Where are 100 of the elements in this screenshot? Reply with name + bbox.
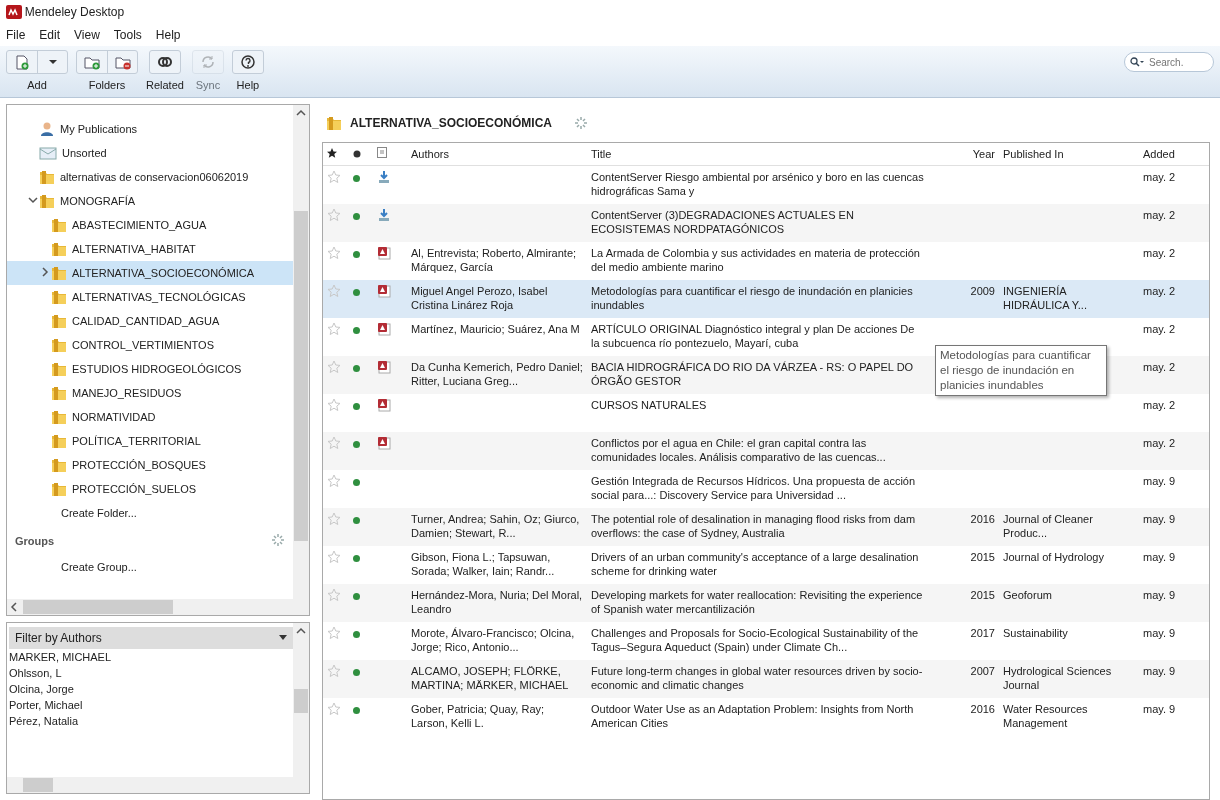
title-cell[interactable]: ARTÍCULO ORIGINAL Diagnóstico integral y plan De acciones De la subcuenca río pontezuelo, Mayarí, cuba: [587, 318, 929, 354]
sidebar-item[interactable]: CONTROL_VERTIMIENTOS: [7, 333, 293, 357]
star-outline-icon[interactable]: [327, 664, 341, 678]
unread-dot[interactable]: [353, 441, 360, 448]
star-outline-icon[interactable]: [327, 626, 341, 640]
star-outline-icon[interactable]: [327, 170, 341, 184]
author-cell-text: Gibson, Fiona L.; Tapsuwan, Sorada; Walker, Iain; Randr...: [410, 550, 556, 579]
sidebar-item[interactable]: PROTECCIÓN_BOSQUES: [7, 453, 293, 477]
unread-dot[interactable]: [353, 175, 360, 182]
unread-dot[interactable]: [353, 327, 360, 334]
star-outline-icon[interactable]: [327, 246, 341, 260]
folder-icon: [51, 433, 67, 449]
star-outline-icon[interactable]: [327, 284, 341, 298]
unread-dot[interactable]: [353, 251, 360, 258]
unread-dot[interactable]: [353, 517, 360, 524]
sidebar-item[interactable]: CALIDAD_CANTIDAD_AGUA: [7, 309, 293, 333]
vertical-scrollbar[interactable]: [293, 623, 309, 793]
star-outline-icon[interactable]: [327, 360, 341, 374]
sidebar-item[interactable]: Unsorted: [7, 141, 293, 165]
unread-dot[interactable]: [353, 555, 360, 562]
author-item[interactable]: Olcina, Jorge: [7, 681, 293, 697]
star-outline-icon[interactable]: [327, 550, 341, 564]
title-cell[interactable]: Future long-term changes in global water resources driven by socio-economic and climatic changes: [587, 660, 929, 696]
sidebar-item[interactable]: Create Group...: [7, 555, 293, 579]
add-folder-icon: [84, 54, 100, 70]
author-item[interactable]: MARKER, MICHAEL: [7, 649, 293, 665]
filter-dropdown[interactable]: Filter by Authors: [9, 627, 293, 649]
sidebar-item[interactable]: ALTERNATIVA_HABITAT: [7, 237, 293, 261]
title-cell[interactable]: ContentServer Riesgo ambiental por arsénico y boro en las cuencas hidrográficas Sama y: [587, 166, 929, 202]
date-cell-text: may. 2: [1142, 246, 1177, 261]
star-outline-icon[interactable]: [327, 474, 341, 488]
title-cell[interactable]: Outdoor Water Use as an Adaptation Problem: Insights from North American Cities: [587, 698, 929, 734]
scrollbar-thumb[interactable]: [294, 211, 308, 541]
title-cell[interactable]: Developing markets for water reallocation: Revisiting the experience of Spanish water mercantilización: [587, 584, 929, 620]
title-cell[interactable]: Challenges and Proposals for Socio-Ecological Sustainability of the Tagus–Segura Aqueduct (Spain) under Climate Ch...: [587, 622, 929, 658]
search-field[interactable]: Search.: [1124, 52, 1214, 72]
author-item[interactable]: Pérez, Natalia: [7, 713, 293, 729]
unread-dot[interactable]: [353, 289, 360, 296]
title-cell[interactable]: CURSOS NATURALES: [587, 394, 929, 416]
title-cell[interactable]: ContentServer (3)DEGRADACIONES ACTUALES EN ECOSISTEMAS NORDPATAGÓNICOS: [587, 204, 929, 240]
author-cell-text: Miguel Angel Perozo, Isabel Cristina Linárez Roja: [410, 284, 549, 313]
sidebar-item[interactable]: ALTERNATIVAS_TECNOLÓGICAS: [7, 285, 293, 309]
menu-item[interactable]: File: [6, 28, 26, 42]
menu-item[interactable]: Edit: [39, 28, 61, 42]
column-header[interactable]: Title: [587, 143, 929, 165]
unread-dot[interactable]: [353, 707, 360, 714]
sidebar-item[interactable]: MANEJO_RESIDUOS: [7, 381, 293, 405]
scrollbar-thumb[interactable]: [294, 689, 308, 713]
unread-dot[interactable]: [353, 669, 360, 676]
sidebar-item[interactable]: PROTECCIÓN_SUELOS: [7, 477, 293, 501]
star-outline-icon[interactable]: [327, 398, 341, 412]
sidebar-item[interactable]: MONOGRAFÍA: [7, 189, 293, 213]
sidebar-item[interactable]: alternativas de conservacion06062019: [7, 165, 293, 189]
title-cell[interactable]: BACIA HIDROGRÁFICA DO RIO DA VÁRZEA - RS: O PAPEL DO ÓRGÃO GESTOR: [587, 356, 929, 392]
unread-dot[interactable]: [353, 593, 360, 600]
menu-item[interactable]: Help: [155, 28, 181, 42]
column-header[interactable]: Year: [929, 143, 999, 165]
title-cell[interactable]: The potential role of desalination in managing flood risks from dam overflows: the case of Sydney, Australia: [587, 508, 929, 544]
folder-icon: [51, 337, 67, 353]
column-header[interactable]: Published In: [999, 143, 1139, 165]
menu-item[interactable]: View: [74, 28, 100, 42]
title-cell[interactable]: Drivers of an urban community's acceptance of a large desalination scheme for drinking water: [587, 546, 929, 582]
star-outline-icon[interactable]: [327, 208, 341, 222]
sidebar-item[interactable]: ABASTECIMIENTO_AGUA: [7, 213, 293, 237]
year-cell-text: 2016: [969, 702, 996, 717]
title-cell[interactable]: Metodologías para cuantificar el riesgo de inundación en planicies inundables: [587, 280, 929, 316]
unread-dot[interactable]: [353, 213, 360, 220]
vertical-scrollbar[interactable]: [293, 105, 309, 615]
column-header[interactable]: Authors: [407, 143, 587, 165]
sidebar-item[interactable]: ALTERNATIVA_SOCIOECONÓMICA: [7, 261, 293, 285]
author-item[interactable]: Porter, Michael: [7, 697, 293, 713]
author-cell-text: Morote, Álvaro-Francisco; Olcina, Jorge; Rico, Antonio...: [410, 626, 576, 655]
star-outline-icon[interactable]: [327, 322, 341, 336]
star-outline-icon[interactable]: [327, 702, 341, 716]
title-cell[interactable]: Gestión Integrada de Recursos Hídricos. Una propuesta de acción social para...: Discovery Service para Universidad ...: [587, 470, 929, 506]
star-outline-icon[interactable]: [327, 512, 341, 526]
unread-dot[interactable]: [353, 403, 360, 410]
title-cell[interactable]: La Armada de Colombia y sus actividades en materia de protección del medio ambiente marino: [587, 242, 929, 278]
star-outline-icon[interactable]: [327, 436, 341, 450]
star-outline-icon[interactable]: [327, 588, 341, 602]
sidebar-item[interactable]: NORMATIVIDAD: [7, 405, 293, 429]
download-icon: [377, 208, 391, 222]
folder-icon: [39, 169, 55, 185]
horizontal-scrollbar[interactable]: [7, 599, 293, 615]
horizontal-scrollbar[interactable]: [7, 777, 293, 793]
sidebar-item[interactable]: My Publications: [7, 117, 293, 141]
column-header[interactable]: Added: [1139, 143, 1209, 165]
sidebar-item[interactable]: POLÍTICA_TERRITORIAL: [7, 429, 293, 453]
menu-item[interactable]: Tools: [113, 28, 142, 42]
unread-dot[interactable]: [353, 365, 360, 372]
author-item[interactable]: Ohlsson, L: [7, 665, 293, 681]
unread-dot[interactable]: [353, 631, 360, 638]
date-cell-text: may. 9: [1142, 626, 1177, 641]
folder-icon: [51, 241, 67, 257]
sidebar-item[interactable]: Create Folder...: [7, 501, 293, 525]
title-cell[interactable]: Conflictos por el agua en Chile: el gran capital contra las comunidades locales. Análisis comparativo de las cuencas...: [587, 432, 929, 468]
date-cell-text: may. 9: [1142, 588, 1177, 603]
date-cell-text: may. 9: [1142, 664, 1177, 679]
unread-dot[interactable]: [353, 479, 360, 486]
sidebar-item[interactable]: ESTUDIOS HIDROGEOLÓGICOS: [7, 357, 293, 381]
